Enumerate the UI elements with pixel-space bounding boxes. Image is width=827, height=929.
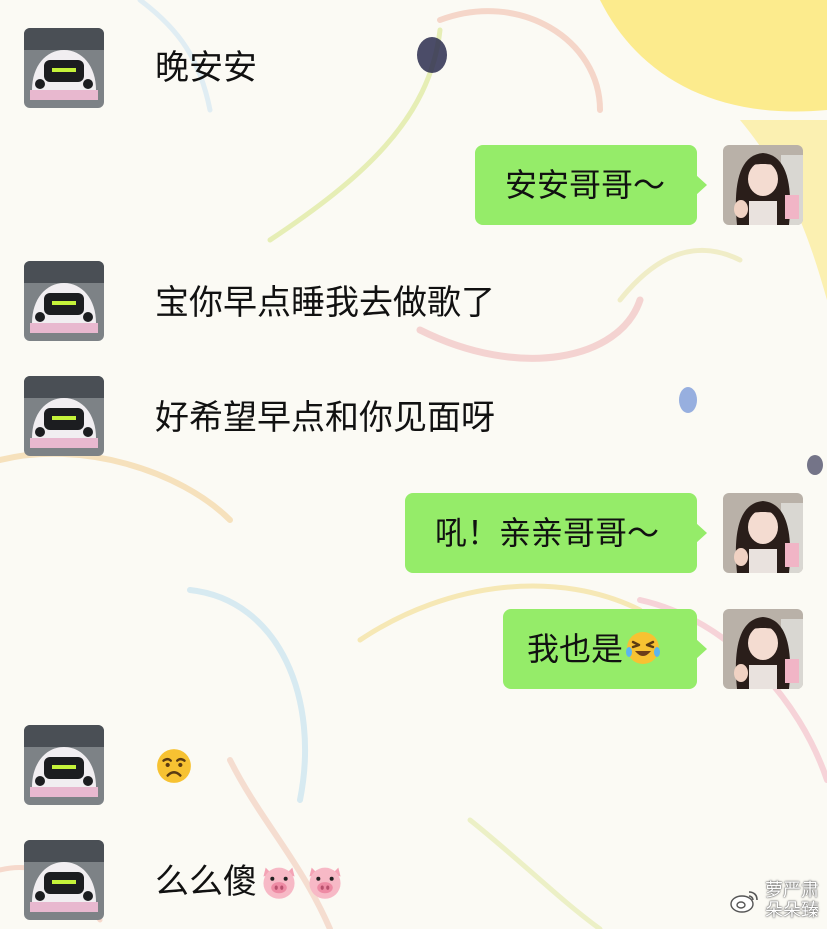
message-text: 我也是: [527, 630, 624, 668]
sad-face-icon: [157, 749, 191, 783]
contact-avatar[interactable]: [24, 840, 104, 920]
pig-face-icon: [263, 867, 295, 899]
message-row: 宝你早点睡我去做歌了: [0, 261, 827, 345]
message-row: [0, 725, 827, 809]
weibo-icon: [730, 891, 758, 913]
contact-avatar[interactable]: [24, 28, 104, 108]
message-row: 好希望早点和你见面呀: [0, 376, 827, 460]
message-bubble[interactable]: 我也是: [503, 609, 707, 689]
watermark-handle: 萝严肃: [765, 880, 819, 901]
contact-avatar[interactable]: [24, 261, 104, 341]
watermark: 萝严肃 朵朵臻: [729, 881, 819, 921]
message-bubble[interactable]: 吼！亲亲哥哥～: [405, 493, 707, 573]
message-text: 好希望早点和你见面呀: [155, 398, 495, 438]
self-avatar[interactable]: [723, 145, 803, 225]
message-text: 晚安安: [155, 48, 257, 88]
message-text: 宝你早点睡我去做歌了: [155, 283, 495, 323]
contact-avatar[interactable]: [24, 725, 104, 805]
message-row: 我也是: [0, 609, 827, 693]
message-row: 吼！亲亲哥哥～: [0, 493, 827, 577]
message-bubble[interactable]: 安安哥哥～: [475, 145, 707, 225]
contact-avatar[interactable]: [24, 376, 104, 456]
self-avatar[interactable]: [723, 609, 803, 689]
watermark-sub: 朵朵臻: [765, 900, 819, 921]
message-text: 么么傻: [155, 862, 257, 902]
message-row: 安安哥哥～: [0, 145, 827, 229]
self-avatar[interactable]: [723, 493, 803, 573]
pig-face-icon: [309, 867, 341, 899]
message-content: 么么傻: [155, 862, 345, 904]
message-text: 吼！亲亲哥哥～: [435, 514, 660, 552]
message-row: 么么傻: [0, 840, 827, 924]
message-row: 晚安安: [0, 28, 827, 112]
message-text: 安安哥哥～: [505, 166, 666, 204]
laughing-crying-face-icon: [626, 632, 661, 664]
